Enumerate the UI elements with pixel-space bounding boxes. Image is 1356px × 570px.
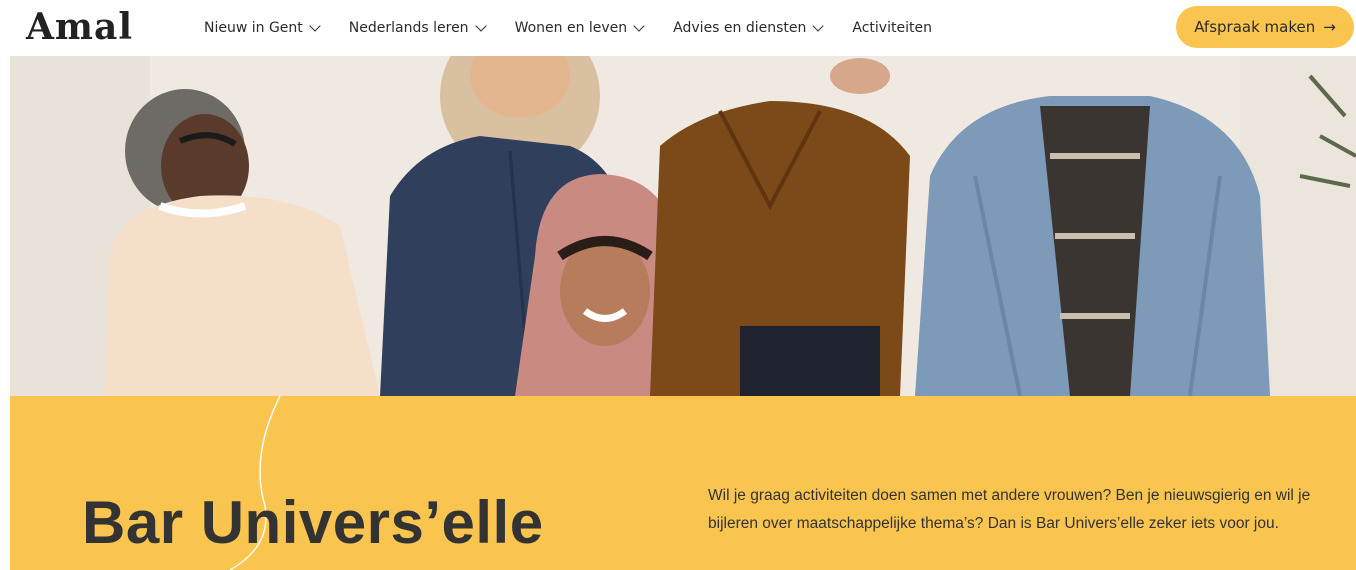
hero-photo-women-group <box>10 56 1356 396</box>
page-title: Bar Univers’elle <box>82 489 544 556</box>
nav-item-wonen-en-leven[interactable]: Wonen en leven <box>514 19 645 36</box>
hero-image <box>10 56 1356 396</box>
nav-item-advies-en-diensten[interactable]: Advies en diensten <box>673 19 825 36</box>
chevron-down-icon <box>812 19 825 32</box>
intro-section: Bar Univers’elle Wil je graag activiteit… <box>10 396 1356 570</box>
chevron-down-icon <box>633 19 645 32</box>
nav-item-label: Advies en diensten <box>673 20 807 36</box>
nav-item-activiteiten[interactable]: Activiteiten <box>852 20 932 36</box>
intro-text: Wil je graag activiteiten doen samen met… <box>708 487 1311 532</box>
nav-item-label: Nederlands leren <box>348 20 469 36</box>
arrow-right-icon: → <box>1323 18 1336 36</box>
nav-item-label: Activiteiten <box>852 20 932 36</box>
site-header: Amal Nieuw in Gent Nederlands leren Wone… <box>0 0 1356 56</box>
main-nav: Nieuw in Gent Nederlands leren Wonen en … <box>204 0 962 56</box>
afspraak-maken-button[interactable]: Afspraak maken → <box>1176 6 1354 48</box>
nav-item-label: Wonen en leven <box>514 20 628 36</box>
amal-logo[interactable]: Amal <box>26 6 133 48</box>
chevron-down-icon <box>474 19 487 32</box>
cta-label: Afspraak maken <box>1194 18 1316 36</box>
nav-item-label: Nieuw in Gent <box>204 20 303 36</box>
nav-item-nederlands-leren[interactable]: Nederlands leren <box>348 19 487 36</box>
nav-item-nieuw-in-gent[interactable]: Nieuw in Gent <box>204 19 321 36</box>
chevron-down-icon <box>309 19 321 32</box>
